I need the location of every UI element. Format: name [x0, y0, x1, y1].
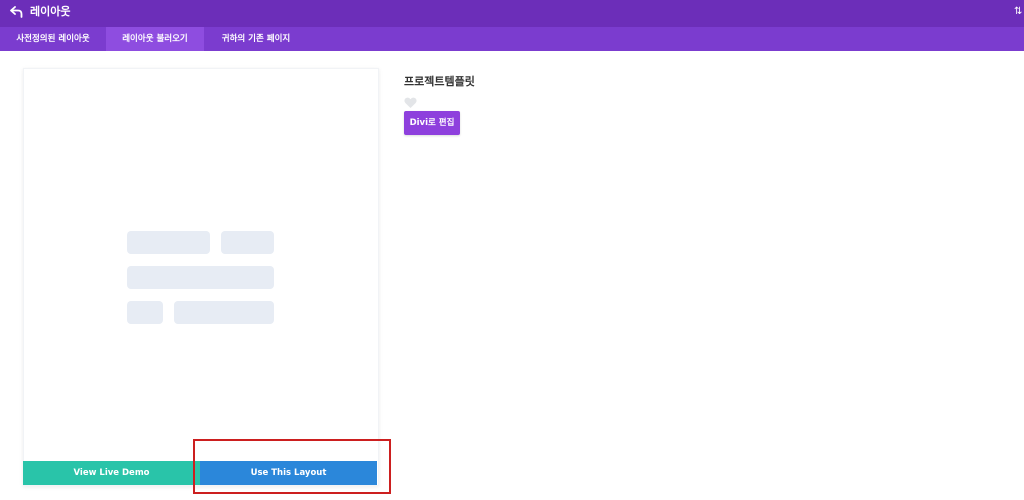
edit-with-divi-button[interactable]: Divi로 편집: [404, 111, 460, 135]
modal-title: 레이아웃: [30, 5, 71, 18]
tab-load-layouts[interactable]: 레이아웃 불러오기: [106, 27, 204, 51]
placeholder-block: [127, 231, 210, 254]
layout-title: 프로젝트템플릿: [404, 75, 475, 88]
back-arrow-icon[interactable]: [9, 5, 23, 19]
heart-icon[interactable]: [404, 94, 417, 108]
placeholder-block: [127, 266, 274, 289]
placeholder-block: [174, 301, 274, 324]
highlight-annotation-box: [193, 439, 391, 494]
tab-premade-layouts[interactable]: 사전정의된 레이아웃: [0, 27, 106, 51]
sort-icon[interactable]: ⇅: [1014, 5, 1024, 19]
placeholder-block: [221, 231, 274, 254]
layout-preview-card: [23, 68, 379, 486]
top-bar: 레이아웃 ⇅: [0, 0, 1024, 27]
placeholder-block: [127, 301, 163, 324]
tab-existing-pages[interactable]: 귀하의 기존 페이지: [204, 27, 308, 51]
view-live-demo-button[interactable]: View Live Demo: [23, 461, 200, 485]
tab-bar: 사전정의된 레이아웃 레이아웃 불러오기 귀하의 기존 페이지: [0, 27, 1024, 51]
